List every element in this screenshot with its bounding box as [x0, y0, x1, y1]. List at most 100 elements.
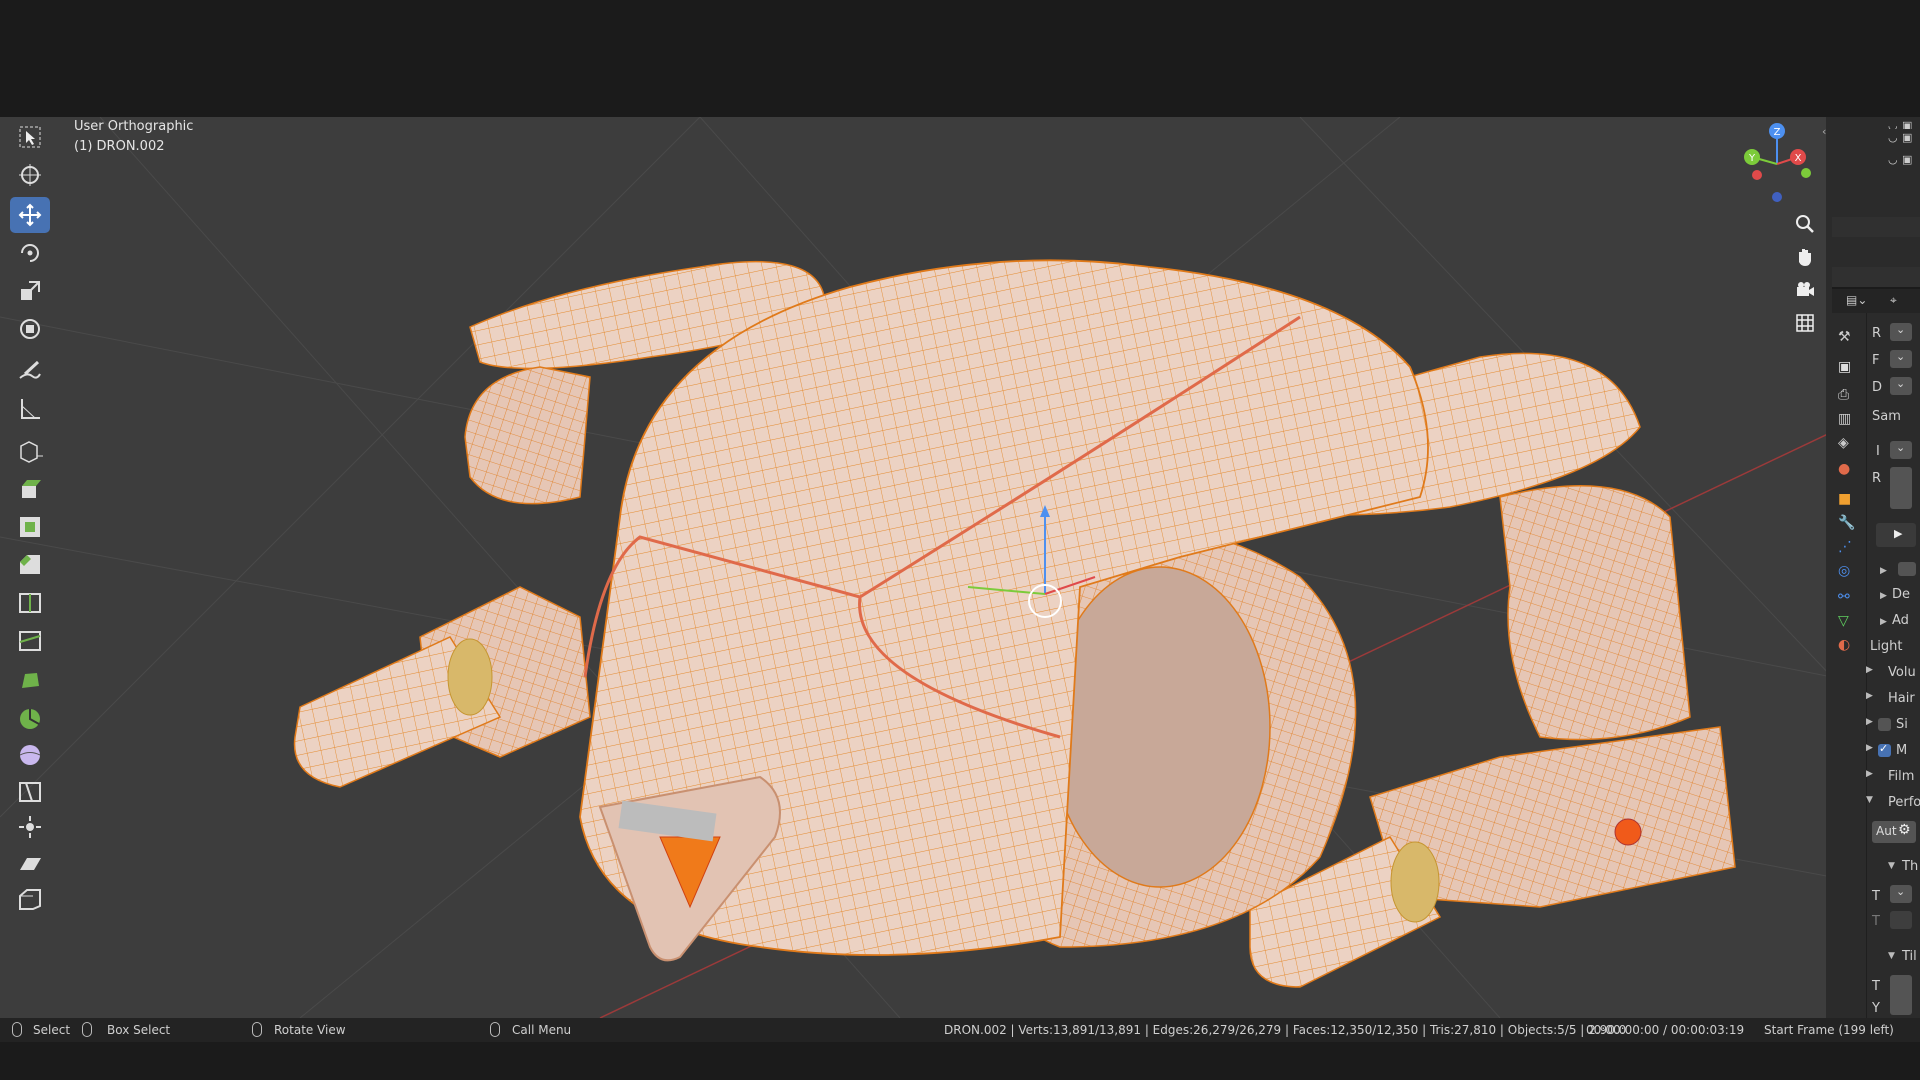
cursor-tool-icon[interactable]: [10, 157, 50, 193]
timecode: 00:00:00:00 / 00:00:03:19: [1586, 1023, 1745, 1037]
expand-arrow-icon: ▶: [1866, 691, 1873, 701]
render-tab-icon[interactable]: ▣: [1838, 359, 1860, 381]
pin-icon[interactable]: ⌖: [1890, 293, 1897, 308]
prop-value-field[interactable]: [1890, 467, 1912, 509]
outliner-row[interactable]: ◡ ▣: [1832, 151, 1920, 176]
prop-label: D: [1872, 380, 1883, 395]
right-side-panels: ◡ ▣ ◡ ▣ ◡ ▣ ▤⌄ ⌖ ⚒ ▣ ⎙ ▥ ◈ ● ■ 🔧 ⋰ ◎ ⚯ ▽…: [1832, 117, 1920, 1018]
status-bar: Select Box Select Rotate View Call Menu …: [0, 1018, 1920, 1042]
gizmo-y-label: Y: [1748, 153, 1756, 164]
prop-label: F: [1872, 353, 1880, 368]
modifier-tab-icon[interactable]: 🔧: [1838, 515, 1860, 537]
top-header-area: [0, 0, 1920, 117]
scale-tool-icon[interactable]: [10, 273, 50, 309]
3d-viewport[interactable]: User Orthographic (1) DRON.002 Z X Y: [0, 117, 1832, 1018]
add-cube-tool-icon[interactable]: [10, 433, 50, 469]
prop-value-field[interactable]: [1890, 975, 1912, 1015]
ring-inner: [1049, 566, 1271, 888]
prop-dropdown[interactable]: ⌄: [1890, 441, 1912, 459]
panel-light-paths-label[interactable]: Light: [1870, 639, 1902, 654]
view-layer-tab-icon[interactable]: ▥: [1838, 411, 1860, 433]
pan-hand-icon[interactable]: [1790, 242, 1820, 272]
panel-volumes-label[interactable]: Volu: [1888, 665, 1916, 680]
drone-model-scene[interactable]: [0, 117, 1832, 1018]
prop-label: R: [1872, 471, 1882, 486]
properties-header: ▤⌄ ⌖: [1832, 289, 1920, 313]
expand-arrow-icon: ▶: [1866, 665, 1873, 675]
select-box-tool-icon[interactable]: [10, 119, 50, 155]
zoom-icon[interactable]: [1790, 209, 1820, 239]
panel-simplify-label[interactable]: Si: [1896, 717, 1908, 732]
mouse-middle-icon: [252, 1022, 262, 1037]
prop-label: T: [1872, 979, 1880, 994]
region-toggle-strip[interactable]: ‹: [1822, 117, 1832, 1018]
expand-arrow-icon: ▶: [1866, 717, 1873, 727]
chevron-left-icon: ‹: [1822, 125, 1827, 138]
smooth-tool-icon[interactable]: [10, 737, 50, 773]
bevel-tool-icon[interactable]: [10, 547, 50, 583]
checkbox[interactable]: [1898, 562, 1916, 576]
panel-performance-label[interactable]: Perfo: [1888, 795, 1920, 810]
transform-tool-icon[interactable]: [10, 311, 50, 347]
play-button[interactable]: ▶: [1876, 523, 1916, 547]
prop-dropdown[interactable]: ⌄: [1890, 885, 1912, 903]
gizmo-x-label: X: [1795, 153, 1802, 164]
navigation-gizmo[interactable]: Z X Y: [1730, 119, 1820, 209]
rip-tool-icon[interactable]: [10, 881, 50, 917]
collapse-arrow-icon: ▼: [1866, 795, 1873, 805]
scene-tab-icon[interactable]: ◈: [1838, 435, 1860, 457]
render-camera-icon: ▣: [1902, 131, 1913, 144]
expand-arrow-icon: ▶: [1880, 617, 1887, 627]
outliner-empty-row: [1832, 267, 1920, 287]
prop-value-field[interactable]: [1890, 911, 1912, 929]
panel-advanced-label[interactable]: Ad: [1892, 613, 1909, 628]
visibility-icon: ◡: [1888, 153, 1898, 166]
panel-denoising-label[interactable]: De: [1892, 587, 1910, 602]
edge-slide-tool-icon[interactable]: [10, 773, 50, 809]
perspective-grid-icon[interactable]: [1790, 308, 1820, 338]
shear-tool-icon[interactable]: [10, 845, 50, 881]
simplify-checkbox[interactable]: [1878, 718, 1891, 731]
panel-hair-label[interactable]: Hair: [1888, 691, 1915, 706]
loop-cut-tool-icon[interactable]: [10, 585, 50, 621]
prop-label: I: [1876, 444, 1880, 459]
panel-tiles-label[interactable]: Til: [1902, 949, 1917, 964]
object-tab-icon[interactable]: ■: [1838, 491, 1860, 513]
measure-tool-icon[interactable]: [10, 391, 50, 427]
prop-dropdown[interactable]: ⌄: [1890, 323, 1912, 341]
camera-view-icon[interactable]: [1790, 275, 1820, 305]
poly-build-tool-icon[interactable]: [10, 663, 50, 699]
expand-arrow-icon: ▶: [1866, 743, 1873, 753]
knife-tool-icon[interactable]: [10, 623, 50, 659]
material-tab-icon[interactable]: ◐: [1838, 637, 1860, 659]
spin-tool-icon[interactable]: [10, 701, 50, 737]
tool-tab-icon[interactable]: ⚒: [1838, 329, 1860, 351]
motion-blur-checkbox[interactable]: ✓: [1878, 742, 1891, 757]
output-tab-icon[interactable]: ⎙: [1838, 387, 1860, 409]
particles-tab-icon[interactable]: ⋰: [1838, 539, 1860, 561]
active-object-label: (1) DRON.002: [74, 139, 165, 154]
sampling-panel-header[interactable]: Sam: [1872, 409, 1901, 424]
prop-label: T: [1872, 914, 1880, 929]
prop-dropdown[interactable]: ⌄: [1890, 377, 1912, 395]
panel-motion-blur-label[interactable]: M: [1896, 743, 1907, 758]
shrink-fatten-tool-icon[interactable]: [10, 809, 50, 845]
scene-statistics: DRON.002 | Verts:13,891/13,891 | Edges:2…: [944, 1023, 1627, 1037]
world-tab-icon[interactable]: ●: [1838, 461, 1860, 483]
data-tab-icon[interactable]: ▽: [1838, 613, 1860, 635]
prop-label: Y: [1872, 1001, 1880, 1016]
constraints-tab-icon[interactable]: ⚯: [1838, 589, 1860, 611]
status-select-hint: Select: [33, 1023, 71, 1037]
extrude-tool-icon[interactable]: [10, 471, 50, 507]
auto-detect-dropdown[interactable]: Aut ⚙: [1872, 821, 1916, 843]
visibility-icon: ◡: [1888, 131, 1898, 144]
move-tool-icon[interactable]: [10, 197, 50, 233]
inset-tool-icon[interactable]: [10, 509, 50, 545]
panel-threads-label[interactable]: Th: [1902, 859, 1918, 874]
annotate-tool-icon[interactable]: [10, 353, 50, 389]
prop-dropdown[interactable]: ⌄: [1890, 350, 1912, 368]
rotate-tool-icon[interactable]: [10, 235, 50, 271]
editor-type-icon[interactable]: ▤⌄: [1846, 293, 1867, 307]
physics-tab-icon[interactable]: ◎: [1838, 563, 1860, 585]
panel-film-label[interactable]: Film: [1888, 769, 1914, 784]
